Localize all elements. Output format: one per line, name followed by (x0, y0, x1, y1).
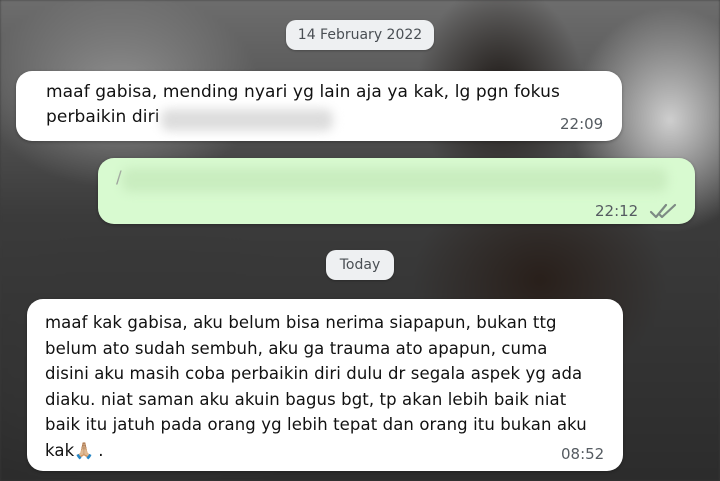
message-timestamp: 08:52 (561, 445, 605, 463)
date-separator: Today (326, 250, 394, 280)
date-separator: 14 February 2022 (286, 20, 434, 50)
date-separator-label: Today (339, 257, 381, 273)
message-body: maaf kak gabisa, aku belum bisa nerima s… (45, 313, 587, 460)
date-separator-label: 14 February 2022 (297, 27, 423, 43)
message-bubble-outgoing[interactable]: / 22:12 (98, 158, 695, 224)
redacted-text (161, 109, 333, 131)
message-timestamp: 22:12 (595, 202, 639, 220)
message-bubble-incoming[interactable]: maaf kak gabisa, aku belum bisa nerima s… (27, 299, 623, 471)
folded-hands-emoji: 🙏🏼 (74, 440, 95, 460)
double-check-icon (649, 203, 677, 219)
redacted-text (122, 168, 667, 192)
message-text: maaf kak gabisa, aku belum bisa nerima s… (45, 310, 620, 463)
message-timestamp: 22:09 (560, 115, 604, 133)
message-bubble-incoming[interactable]: maaf gabisa, mending nyari yg lain aja y… (16, 71, 622, 141)
message-trailing-text: . (98, 440, 104, 460)
